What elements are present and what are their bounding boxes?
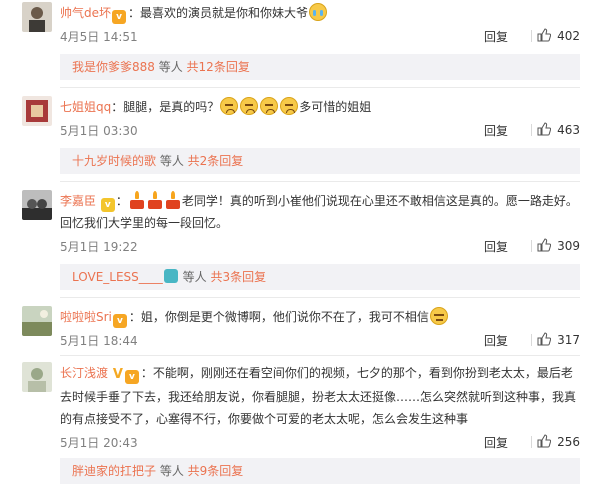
reply-user-link[interactable]: 胖迪家的扛把子 (72, 464, 156, 478)
divider (531, 436, 532, 448)
avatar-image (22, 362, 52, 392)
view-replies-link[interactable]: 共2条回复 (188, 154, 244, 168)
reply-summary: 胖迪家的扛把子 等人 共9条回复 (60, 458, 580, 484)
comment-time: 5月1日 20:43 (60, 436, 138, 450)
reply-summary-mid: 等人 (154, 60, 187, 74)
separator (60, 87, 580, 88)
comment-text: 李嘉臣 v：老同学！真的听到小崔他们说现在心里还不敢相信这是真的。愿一路走好。回… (60, 190, 580, 234)
reply-summary: 十九岁时候的歌 等人 共2条回复 (60, 148, 580, 174)
separator (60, 297, 580, 298)
divider (531, 124, 532, 136)
avatar-image (22, 2, 52, 32)
thumbs-up-icon (537, 434, 552, 448)
avatar[interactable] (22, 306, 52, 336)
view-replies-link[interactable]: 共3条回复 (210, 270, 266, 284)
reply-button[interactable]: 回复 (484, 332, 508, 349)
like-button[interactable]: 256 (537, 434, 580, 449)
like-button[interactable]: 309 (537, 238, 580, 253)
avatar-image (22, 96, 52, 126)
like-count: 309 (557, 239, 580, 253)
vip-badge-icon: v (112, 10, 127, 24)
avatar-image (22, 306, 52, 336)
separator (60, 181, 580, 182)
username-link[interactable]: 帅气de坏 (60, 6, 111, 20)
view-replies-link[interactable]: 共12条回复 (187, 60, 250, 74)
comment-time: 5月1日 18:44 (60, 334, 138, 348)
member-badge-icon: v (100, 198, 115, 212)
sad-emoji-icon (260, 97, 279, 115)
candle-emoji-icon (129, 191, 145, 209)
reply-button[interactable]: 回复 (484, 238, 508, 255)
reply-summary: 我是你爹爹888 等人 共12条回复 (60, 54, 580, 80)
comment-list: 帅气de坏 v ：最喜欢的演员就是你和你妹大爷 4月5日 14:51 回复 402 … (0, 0, 593, 495)
reply-summary-mid: 等人 (156, 154, 188, 168)
vip-badge-icon: v (112, 314, 127, 328)
comment-content: ：腿腿，是真的吗？ (111, 100, 220, 114)
like-count: 463 (557, 123, 580, 137)
comment-time: 5月1日 03:30 (60, 124, 138, 138)
comment-content: ：姐，你倒是更个微博啊，他们说你不在了，我可不相信 (128, 310, 429, 324)
username-link[interactable]: 七姐姐qq (60, 100, 111, 114)
avatar[interactable] (22, 190, 52, 220)
sad-emoji-icon (280, 97, 299, 115)
reply-user-link[interactable]: LOVE_LESS____ (72, 270, 163, 284)
username-link[interactable]: 长汀浅渡 (60, 366, 108, 380)
comment-content-2: 多可惜的姐姐 (299, 100, 372, 114)
username-link[interactable]: 啦啦啦Sri (60, 310, 112, 324)
divider (531, 30, 532, 42)
avatar[interactable] (22, 96, 52, 126)
candle-emoji-icon (147, 191, 163, 209)
separator (60, 355, 580, 356)
vip-badge-icon: v (124, 370, 139, 384)
comment-text: 啦啦啦Sri v ：姐，你倒是更个微博啊，他们说你不在了，我可不相信 (60, 306, 580, 328)
like-button[interactable]: 317 (537, 332, 580, 347)
reply-user-link[interactable]: 我是你爹爹888 (72, 60, 155, 74)
like-count: 317 (557, 333, 580, 347)
like-button[interactable]: 463 (537, 122, 580, 137)
sad-emoji-icon (220, 97, 239, 115)
reply-summary-mid: 等人 (156, 464, 188, 478)
divider (531, 334, 532, 346)
reply-button[interactable]: 回复 (484, 122, 508, 139)
avatar-image (22, 190, 52, 220)
like-count: 402 (557, 29, 580, 43)
comment-content: ：最喜欢的演员就是你和你妹大爷 (128, 6, 309, 20)
thumbs-up-icon (537, 238, 552, 252)
thumbs-up-icon (537, 28, 552, 42)
comment-text: 长汀浅渡 Vv ：不能啊，刚刚还在看空间你们的视频，七夕的那个，看到你扮到老太太，… (60, 362, 580, 430)
reply-user-link[interactable]: 十九岁时候的歌 (72, 154, 156, 168)
avatar[interactable] (22, 2, 52, 32)
camera-badge-icon (163, 269, 178, 283)
comment-time: 5月1日 19:22 (60, 240, 138, 254)
comment-text: 七姐姐qq：腿腿，是真的吗？ 多可惜的姐姐 (60, 96, 580, 118)
like-count: 256 (557, 435, 580, 449)
candle-emoji-icon (165, 191, 181, 209)
crying-emoji-icon (309, 3, 328, 21)
sad-emoji-icon (240, 97, 259, 115)
view-replies-link[interactable]: 共9条回复 (188, 464, 244, 478)
comment-time: 4月5日 14:51 (60, 30, 138, 44)
username-link[interactable]: 李嘉臣 (60, 194, 96, 208)
like-button[interactable]: 402 (537, 28, 580, 43)
thumbs-up-icon (537, 122, 552, 136)
reply-summary-mid: 等人 (178, 270, 211, 284)
comment-text: 帅气de坏 v ：最喜欢的演员就是你和你妹大爷 (60, 2, 580, 24)
speechless-emoji-icon (429, 307, 448, 325)
reply-button[interactable]: 回复 (484, 28, 508, 45)
avatar[interactable] (22, 362, 52, 392)
verified-v-icon: V (112, 367, 123, 382)
reply-summary: LOVE_LESS____ 等人 共3条回复 (60, 264, 580, 290)
divider (531, 240, 532, 252)
thumbs-up-icon (537, 332, 552, 346)
reply-button[interactable]: 回复 (484, 434, 508, 451)
